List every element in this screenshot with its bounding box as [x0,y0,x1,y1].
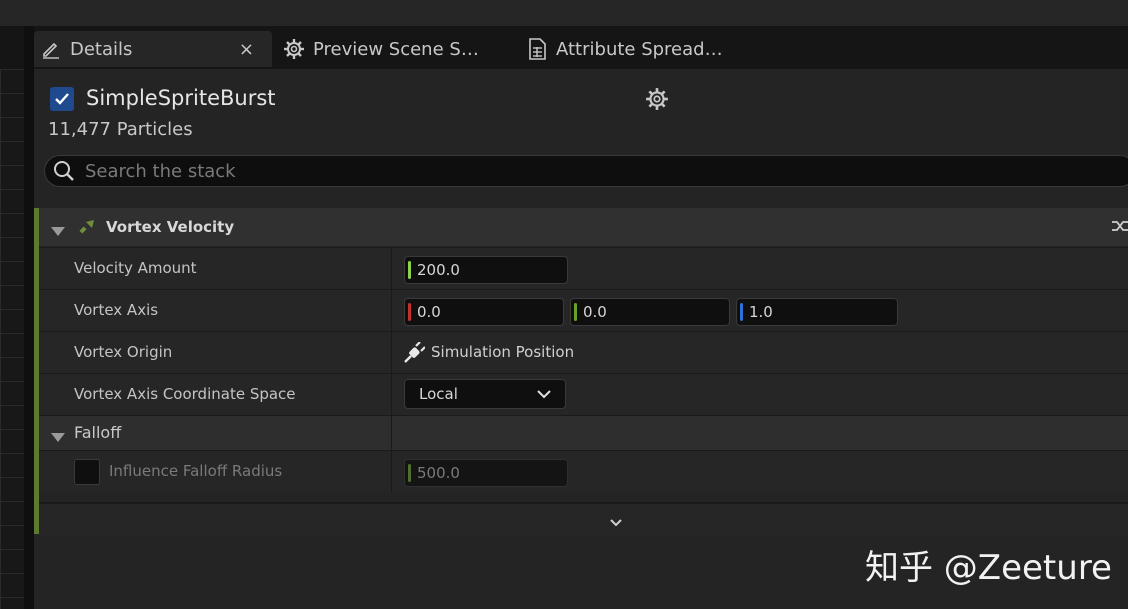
row-vortex-origin: Vortex Origin Simulation Position [39,331,1128,373]
float-type-marker [408,261,411,279]
falloff-category[interactable]: Falloff [39,415,1128,450]
influence-falloff-label: Influence Falloff Radius [109,462,283,480]
influence-falloff-field[interactable]: 500.0 [404,459,568,487]
particle-count: 11,477 Particles [48,119,193,140]
tab-attribute-spreadsheet[interactable]: Attribute Spread… [526,31,723,67]
column-splitter[interactable] [391,374,392,415]
top-bar [0,0,1128,26]
coordinate-space-label: Vortex Axis Coordinate Space [74,385,296,403]
column-splitter[interactable] [391,248,392,289]
tab-preview-scene-label: Preview Scene S… [313,38,479,60]
spreadsheet-icon [526,38,548,60]
coordinate-space-dropdown[interactable]: Local [404,379,566,409]
vortex-origin-label: Vortex Origin [74,343,173,361]
module-velocity-icon [79,219,95,239]
plug-link-icon[interactable] [403,341,426,368]
vortex-axis-z-value: 1.0 [749,303,773,321]
row-vortex-axis: Vortex Axis 0.0 0.0 1.0 [39,289,1128,331]
y-axis-marker [574,303,577,321]
z-axis-marker [740,303,743,321]
velocity-amount-value: 200.0 [417,261,460,279]
collapse-arrow-icon[interactable] [51,428,65,447]
emitter-settings-button[interactable] [645,87,669,115]
shuffle-icon[interactable] [1112,218,1128,238]
velocity-amount-field[interactable]: 200.0 [404,256,568,284]
row-influence-falloff: Influence Falloff Radius 500.0 [39,450,1128,492]
coordinate-space-value: Local [419,385,458,403]
close-tab-button[interactable]: × [239,39,254,60]
panel-divider[interactable] [24,26,34,609]
expand-chevron-icon[interactable] [609,513,623,532]
collapse-arrow-icon[interactable] [51,222,65,241]
x-axis-marker [408,303,411,321]
tab-attribute-spreadsheet-label: Attribute Spread… [556,38,723,60]
watermark: 知乎 @Zeeture [865,548,1112,588]
vortex-axis-x-value: 0.0 [417,303,441,321]
column-splitter[interactable] [391,451,392,492]
vortex-axis-z-field[interactable]: 1.0 [736,298,898,326]
column-splitter[interactable] [391,290,392,331]
column-splitter[interactable] [391,332,392,373]
row-coordinate-space: Vortex Axis Coordinate Space Local [39,373,1128,415]
emitter-name: SimpleSpriteBurst [86,86,276,110]
module-footer[interactable] [39,502,1128,536]
vortex-axis-y-value: 0.0 [583,303,607,321]
emitter-enabled-checkbox[interactable] [50,87,74,111]
tab-details[interactable]: Details × [34,31,272,67]
search-icon [53,160,75,182]
search-box [44,155,1128,187]
vortex-axis-y-field[interactable]: 0.0 [570,298,730,326]
influence-falloff-value: 500.0 [417,464,460,482]
row-velocity-amount: Velocity Amount 200.0 [39,247,1128,289]
vortex-axis-label: Vortex Axis [74,301,159,319]
vortex-axis-x-field[interactable]: 0.0 [404,298,564,326]
chevron-down-icon [537,385,551,403]
pencil-icon [40,38,62,60]
graph-canvas-edge [0,69,24,609]
vortex-origin-value: Simulation Position [431,343,575,361]
influence-enable-checkbox[interactable] [74,459,100,485]
tab-preview-scene[interactable]: Preview Scene S… [283,31,479,67]
search-input[interactable] [83,159,987,183]
module-title: Vortex Velocity [106,218,235,236]
falloff-label: Falloff [74,423,122,442]
module-header[interactable]: Vortex Velocity [39,208,1128,246]
velocity-amount-label: Velocity Amount [74,259,197,277]
tab-details-label: Details [70,38,133,60]
gear-icon [645,88,669,115]
float-type-marker [408,464,411,482]
column-splitter[interactable] [391,416,392,450]
gear-icon [283,38,305,60]
